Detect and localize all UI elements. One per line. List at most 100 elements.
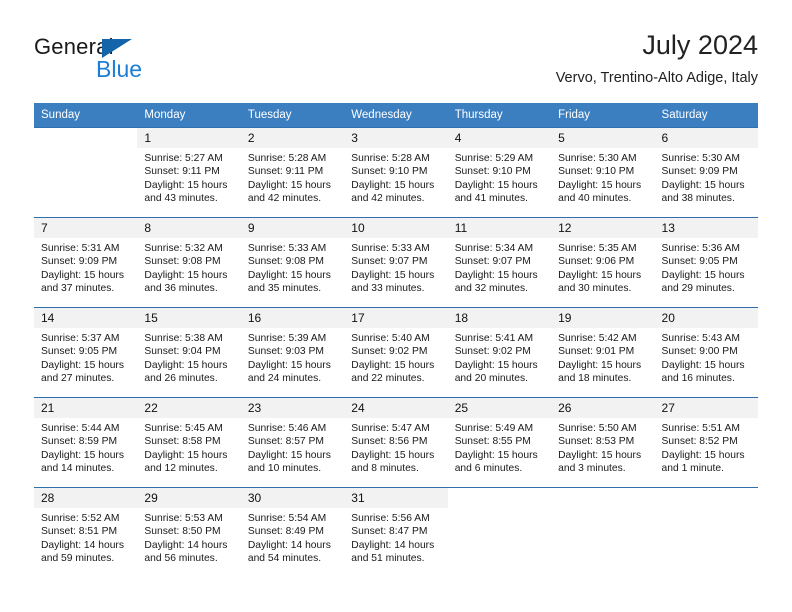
sunset-text: Sunset: 9:03 PM [247,346,324,358]
sunset-text: Sunset: 9:06 PM [558,256,635,268]
general-blue-logo[interactable]: General Blue [34,34,214,86]
sunrise-text: Sunrise: 5:33 AM [351,243,430,254]
calendar-day-cell[interactable]: 12 Sunrise: 5:35 AM Sunset: 9:06 PM Dayligh… [551,217,655,308]
calendar-day-cell[interactable]: 1 Sunrise: 5:27 AM Sunset: 9:11 PM Daylight… [137,127,241,218]
sunset-text: Sunset: 8:58 PM [144,436,221,448]
sunset-text: Sunset: 9:09 PM [41,256,118,268]
calendar-day-cell[interactable]: 17 Sunrise: 5:40 AM Sunset: 9:02 PM Dayligh… [344,307,448,398]
calendar-day-cell[interactable]: 25 Sunrise: 5:49 AM Sunset: 8:55 PM Dayligh… [447,397,552,488]
day-details: Sunrise: 5:36 AM Sunset: 9:05 PM Daylight:… [655,238,758,296]
calendar-day-cell[interactable]: 6 Sunrise: 5:30 AM Sunset: 9:09 PM Daylight… [654,127,758,218]
calendar-week-row: 28 Sunrise: 5:52 AM Sunset: 8:51 PM Dayligh… [34,487,758,577]
day-cell-inner: 6 Sunrise: 5:30 AM Sunset: 9:09 PM Daylight… [654,128,758,217]
daylight-text-line1: Daylight: 15 hours [144,359,228,371]
calendar-day-cell[interactable]: 7 Sunrise: 5:31 AM Sunset: 9:09 PM Daylight… [34,217,138,308]
daylight-text-line2: and 1 minute. [661,463,724,475]
day-details: Sunrise: 5:56 AM Sunset: 8:47 PM Daylight:… [344,508,447,566]
daylight-text-line2: and 51 minutes. [351,553,425,565]
calendar-day-cell[interactable]: 13 Sunrise: 5:36 AM Sunset: 9:05 PM Dayligh… [654,217,758,308]
day-details: Sunrise: 5:47 AM Sunset: 8:56 PM Daylight:… [344,418,447,476]
daylight-text-line2: and 35 minutes. [247,283,322,295]
calendar-day-cell[interactable]: 4 Sunrise: 5:29 AM Sunset: 9:10 PM Daylight… [447,127,552,218]
page-subtitle: Vervo, Trentino-Alto Adige, Italy [555,70,758,86]
sunrise-text: Sunrise: 5:31 AM [41,243,120,254]
calendar-day-cell[interactable]: 16 Sunrise: 5:39 AM Sunset: 9:03 PM Dayligh… [240,307,345,398]
day-number: 3 [344,128,448,148]
calendar-day-cell-empty [34,127,138,218]
day-number: 1 [137,128,241,148]
calendar-day-cell[interactable]: 10 Sunrise: 5:33 AM Sunset: 9:07 PM Dayligh… [344,217,448,308]
day-cell-inner: 19 Sunrise: 5:42 AM Sunset: 9:01 PM Dayligh… [551,308,655,397]
sunrise-text: Sunrise: 5:54 AM [247,513,327,524]
calendar-day-cell[interactable]: 26 Sunrise: 5:50 AM Sunset: 8:53 PM Dayligh… [551,397,655,488]
daylight-text-line1: Daylight: 15 hours [351,179,435,191]
calendar-day-cell[interactable]: 5 Sunrise: 5:30 AM Sunset: 9:10 PM Daylight… [551,127,655,218]
sunset-text: Sunset: 9:01 PM [558,346,635,358]
sunset-text: Sunset: 8:49 PM [247,526,324,538]
calendar-day-cell[interactable]: 23 Sunrise: 5:46 AM Sunset: 8:57 PM Dayligh… [240,397,345,488]
sunset-text: Sunset: 9:05 PM [41,346,118,358]
title-block: July 2024 Vervo, Trentino-Alto Adige, It… [556,28,758,89]
calendar-day-cell[interactable]: 2 Sunrise: 5:28 AM Sunset: 9:11 PM Daylight… [240,127,345,218]
daylight-text-line2: and 30 minutes. [558,283,632,295]
calendar-day-cell[interactable]: 19 Sunrise: 5:42 AM Sunset: 9:01 PM Dayligh… [551,307,655,398]
calendar-day-cell[interactable]: 9 Sunrise: 5:33 AM Sunset: 9:08 PM Daylight… [240,217,345,308]
daylight-text-line2: and 40 minutes. [558,193,632,205]
daylight-text-line2: and 14 minutes. [41,463,115,475]
sunrise-text: Sunrise: 5:32 AM [144,243,223,254]
day-number: 24 [344,398,448,418]
day-cell-inner: 24 Sunrise: 5:47 AM Sunset: 8:56 PM Dayligh… [344,398,448,487]
calendar-day-cell[interactable]: 30 Sunrise: 5:54 AM Sunset: 8:49 PM Dayligh… [240,487,345,577]
daylight-text-line2: and 22 minutes. [351,373,425,385]
daylight-text-line2: and 42 minutes. [351,193,425,205]
day-cell-inner: 11 Sunrise: 5:34 AM Sunset: 9:07 PM Dayligh… [447,218,552,307]
calendar-day-cell[interactable]: 27 Sunrise: 5:51 AM Sunset: 8:52 PM Dayligh… [654,397,758,488]
calendar-day-cell[interactable]: 15 Sunrise: 5:38 AM Sunset: 9:04 PM Dayligh… [137,307,241,398]
calendar-day-cell[interactable]: 3 Sunrise: 5:28 AM Sunset: 9:10 PM Daylight… [344,127,448,218]
calendar-day-cell[interactable]: 22 Sunrise: 5:45 AM Sunset: 8:58 PM Dayligh… [137,397,241,488]
weekday-header-thursday: Thursday [447,103,552,128]
calendar-week-row: 21 Sunrise: 5:44 AM Sunset: 8:59 PM Dayligh… [34,397,758,488]
sunset-text: Sunset: 9:08 PM [144,256,221,268]
calendar-day-cell[interactable]: 11 Sunrise: 5:34 AM Sunset: 9:07 PM Dayligh… [447,217,552,308]
daylight-text-line2: and 33 minutes. [351,283,425,295]
day-cell-inner: 1 Sunrise: 5:27 AM Sunset: 9:11 PM Daylight… [137,128,241,217]
day-details: Sunrise: 5:53 AM Sunset: 8:50 PM Daylight:… [137,508,240,566]
daylight-text-line2: and 8 minutes. [351,463,419,475]
daylight-text-line1: Daylight: 15 hours [661,449,745,461]
day-cell-inner: 5 Sunrise: 5:30 AM Sunset: 9:10 PM Daylight… [551,128,655,217]
day-details: Sunrise: 5:27 AM Sunset: 9:11 PM Daylight:… [137,148,240,206]
calendar-day-cell[interactable]: 28 Sunrise: 5:52 AM Sunset: 8:51 PM Dayligh… [34,487,138,577]
daylight-text-line2: and 41 minutes. [454,193,528,205]
calendar-day-cell[interactable]: 29 Sunrise: 5:53 AM Sunset: 8:50 PM Dayligh… [137,487,241,577]
calendar-day-cell[interactable]: 21 Sunrise: 5:44 AM Sunset: 8:59 PM Dayligh… [34,397,138,488]
calendar-day-cell[interactable]: 8 Sunrise: 5:32 AM Sunset: 9:08 PM Daylight… [137,217,241,308]
calendar-day-cell[interactable]: 14 Sunrise: 5:37 AM Sunset: 9:05 PM Dayligh… [34,307,138,398]
day-details: Sunrise: 5:51 AM Sunset: 8:52 PM Daylight:… [655,418,758,476]
daylight-text-line1: Daylight: 14 hours [41,539,124,551]
sunset-text: Sunset: 9:09 PM [661,166,738,178]
sunrise-text: Sunrise: 5:47 AM [351,423,430,434]
day-cell-inner [551,488,655,577]
daylight-text-line1: Daylight: 15 hours [41,449,124,461]
sunrise-text: Sunrise: 5:51 AM [661,423,740,434]
calendar-header-row-group: Sunday Monday Tuesday Wednesday Thursday… [34,103,758,128]
calendar-day-cell[interactable]: 20 Sunrise: 5:43 AM Sunset: 9:00 PM Dayligh… [654,307,758,398]
sunset-text: Sunset: 9:02 PM [454,346,531,358]
calendar-day-cell[interactable]: 24 Sunrise: 5:47 AM Sunset: 8:56 PM Dayligh… [344,397,448,488]
sunrise-text: Sunrise: 5:44 AM [41,423,120,434]
calendar-day-cell[interactable]: 31 Sunrise: 5:56 AM Sunset: 8:47 PM Dayligh… [344,487,448,577]
sunrise-text: Sunrise: 5:56 AM [351,513,430,524]
day-number [447,488,552,508]
day-number: 4 [447,128,552,148]
day-cell-inner: 9 Sunrise: 5:33 AM Sunset: 9:08 PM Daylight… [240,218,345,307]
daylight-text-line2: and 29 minutes. [661,283,735,295]
daylight-text-line1: Daylight: 15 hours [454,359,538,371]
sunrise-text: Sunrise: 5:49 AM [454,423,534,434]
daylight-text-line1: Daylight: 15 hours [558,179,642,191]
day-details: Sunrise: 5:38 AM Sunset: 9:04 PM Daylight:… [137,328,240,386]
sunset-text: Sunset: 9:11 PM [247,166,324,178]
calendar-day-cell[interactable]: 18 Sunrise: 5:41 AM Sunset: 9:02 PM Dayligh… [447,307,552,398]
sunset-text: Sunset: 8:55 PM [454,436,531,448]
day-cell-inner: 26 Sunrise: 5:50 AM Sunset: 8:53 PM Dayligh… [551,398,655,487]
